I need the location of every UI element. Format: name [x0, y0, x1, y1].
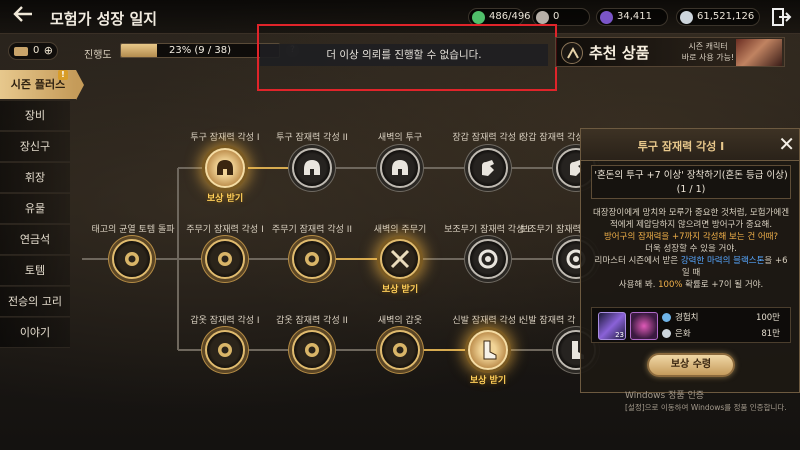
- boots-icon: [483, 340, 497, 360]
- helmet-icon: [304, 160, 320, 175]
- mission-text: '혼돈의 투구 +7 이상' 장착하기(혼돈 등급 이상): [594, 170, 788, 181]
- desc-text: 확률로 +7이 될 거야.: [682, 280, 764, 290]
- reward-item-blackstone[interactable]: 23: [598, 312, 626, 340]
- helmet-icon: [217, 160, 233, 175]
- desc-percent: 100%: [658, 280, 683, 290]
- reward-row-exp: 경험치 100만: [662, 311, 784, 325]
- rewards-box: 23 경험치 100만 은화 81만: [591, 307, 791, 343]
- node-dawn-armor[interactable]: [380, 330, 420, 370]
- medal-icon: [305, 252, 319, 266]
- medal-icon: [125, 252, 139, 266]
- panel-header: 투구 잠재력 각성 I ✕: [581, 129, 799, 161]
- node-boots-awaken-1[interactable]: [468, 330, 508, 370]
- node-dawn-helmet[interactable]: [380, 148, 420, 188]
- desc-line: 대장장이에게 망치와 모루가 중요한 것처럼, 모험가에겐: [592, 208, 790, 218]
- close-icon[interactable]: ✕: [778, 132, 795, 156]
- reward-value: 81만: [761, 329, 780, 339]
- mission-box: '혼돈의 투구 +7 이상' 장착하기(혼돈 등급 이상) (1 / 1): [591, 165, 791, 199]
- exp-icon: [662, 313, 671, 322]
- reward-tag[interactable]: 보상 받기: [195, 191, 255, 204]
- node-gloves-awaken-1[interactable]: [468, 148, 508, 188]
- panel-title: 투구 잠재력 각성 I: [637, 140, 725, 153]
- desc-item-name: 강력한 마력의 블랙스톤: [680, 256, 765, 266]
- claim-reward-button[interactable]: 보상 수령: [647, 353, 735, 377]
- reward-row-silver: 은화 81만: [662, 327, 784, 341]
- windows-activation-watermark: Windows 정품 인증 [설정]으로 이동하여 Windows를 정품 인증…: [625, 390, 787, 414]
- node-armor-awaken-2[interactable]: [292, 330, 332, 370]
- crossed-swords-icon: [390, 249, 410, 269]
- reward-item-count: 23: [615, 331, 624, 339]
- desc-line: 리마스터 시즌에서 받은 강력한 마력의 블랙스톤을 +6일 때: [591, 255, 791, 279]
- desc-line-highlight: 방어구의 잠재력을 +7까지 각성해 보는 건 어때?: [603, 232, 778, 242]
- reward-tag[interactable]: 보상 받기: [370, 282, 430, 295]
- desc-text: 리마스터 시즌에서 받은: [594, 256, 681, 266]
- node-subweapon-awaken-1[interactable]: [468, 239, 508, 279]
- desc-line: 더욱 성장할 수 있을 거야.: [645, 244, 737, 254]
- desc-line: 사용해 봐. 100% 확률로 +7이 될 거야.: [591, 279, 791, 291]
- node-dawn-weapon[interactable]: [380, 239, 420, 279]
- mission-progress: (1 / 1): [676, 184, 706, 195]
- node-helmet-awaken-2[interactable]: [292, 148, 332, 188]
- node-label: 신발 잠재력 각: [520, 316, 576, 326]
- gloves-icon: [482, 160, 494, 176]
- detail-panel: 투구 잠재력 각성 I ✕ '혼돈의 투구 +7 이상' 장착하기(혼돈 등급 …: [580, 128, 800, 393]
- reward-tag[interactable]: 보상 받기: [458, 373, 518, 386]
- medal-icon: [218, 252, 232, 266]
- medal-icon: [305, 343, 319, 357]
- reward-value: 100만: [755, 313, 780, 323]
- node-label: 보조무기 잠재력 각: [520, 225, 580, 235]
- watermark-title: Windows 정품 인증: [625, 391, 705, 401]
- node-label: 장갑 잠재력 각성: [520, 133, 580, 143]
- node-weapon-awaken-2[interactable]: [292, 239, 332, 279]
- medal-icon: [393, 343, 407, 357]
- panel-description: 대장장이에게 망치와 모루가 중요한 것처럼, 모험가에겐 적에게 제압당하지 …: [591, 207, 791, 291]
- desc-line: 적에게 제압당하지 않으려면 방어구가 중요해.: [609, 220, 773, 230]
- node-weapon-awaken-1[interactable]: [205, 239, 245, 279]
- silver-coin-icon: [662, 329, 671, 338]
- shield-ring-icon: [478, 249, 498, 269]
- node-root[interactable]: [112, 239, 152, 279]
- helmet-icon: [392, 160, 408, 175]
- reward-item-crystal[interactable]: [630, 312, 658, 340]
- reward-name: 은화: [675, 329, 691, 339]
- medal-icon: [218, 343, 232, 357]
- node-helmet-awaken-1[interactable]: [205, 148, 245, 188]
- desc-text: 사용해 봐.: [618, 280, 659, 290]
- node-armor-awaken-1[interactable]: [205, 330, 245, 370]
- watermark-text: [설정]으로 이동하여 Windows를 정품 인증합니다.: [625, 403, 787, 412]
- reward-name: 경험치: [675, 313, 699, 323]
